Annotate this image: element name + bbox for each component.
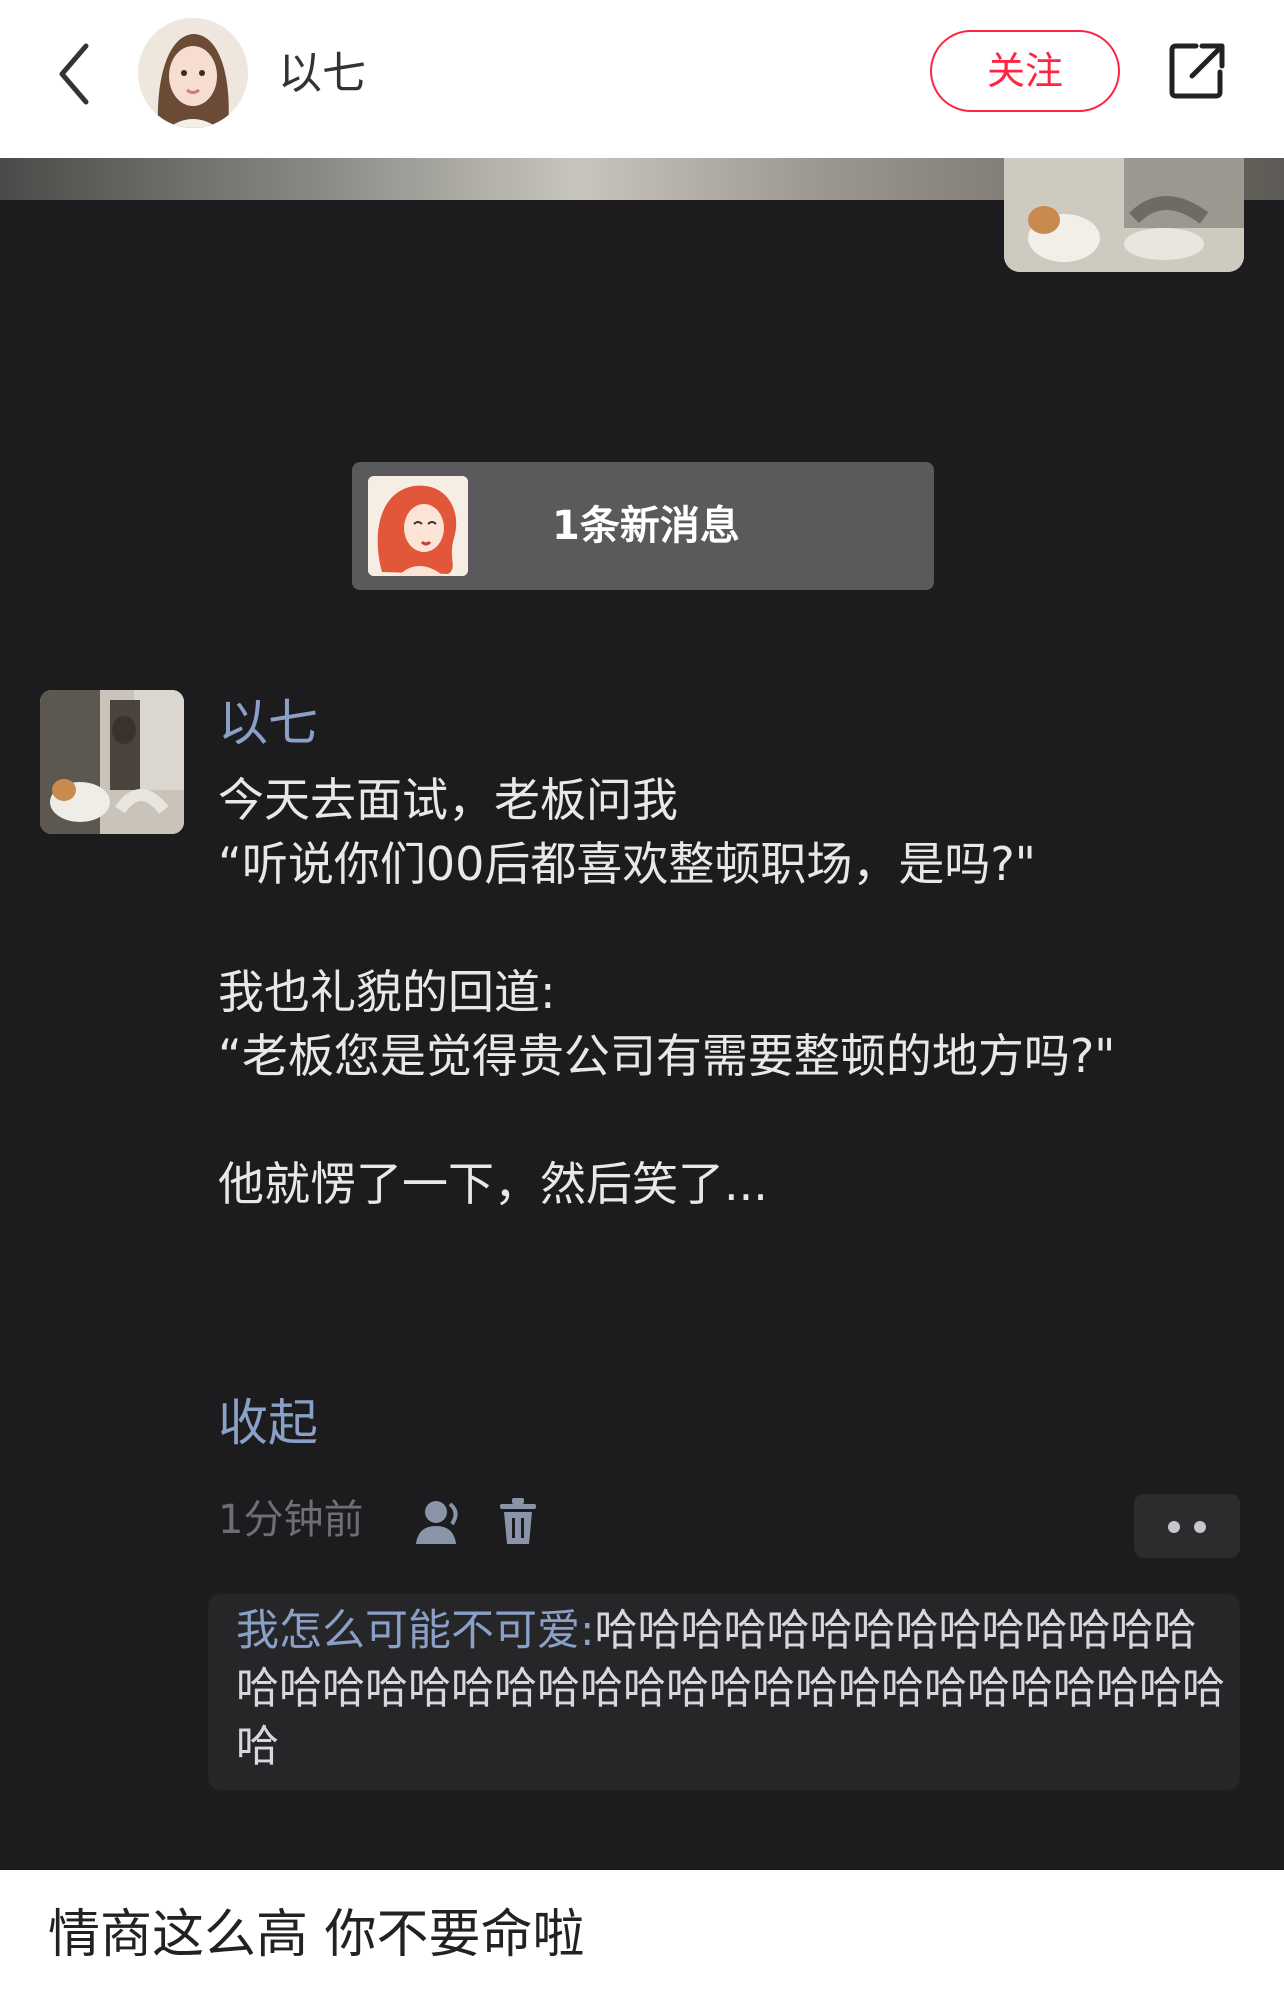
author-avatar[interactable]: [138, 18, 248, 128]
reply-content: 我怎么可能不可爱:哈哈哈哈哈哈哈哈哈哈哈哈哈哈哈哈哈哈哈哈哈哈哈哈哈哈哈哈哈哈哈…: [236, 1602, 1226, 1776]
share-icon[interactable]: [1166, 38, 1228, 102]
top-bar: 以七 关注: [0, 0, 1284, 158]
sender-avatar[interactable]: [40, 690, 184, 834]
post-caption: 情商这么高 你不要命啦: [48, 1905, 585, 1965]
new-message-avatar: [368, 476, 468, 576]
new-message-label: 1条新消息: [552, 503, 740, 549]
collapse-link[interactable]: 收起: [218, 1390, 318, 1456]
reply-author[interactable]: 我怎么可能不可爱:: [236, 1606, 595, 1656]
author-name[interactable]: 以七: [278, 44, 366, 104]
new-message-banner[interactable]: 1条新消息: [352, 462, 934, 590]
previous-image-thumbnail[interactable]: [1004, 158, 1244, 272]
message-text: 今天去面试，老板问我 “听说你们00后都喜欢整顿职场，是吗?" 我也礼貌的回道:…: [218, 773, 1116, 1211]
more-dot: [1194, 1521, 1206, 1533]
reply-comment[interactable]: 我怎么可能不可爱:哈哈哈哈哈哈哈哈哈哈哈哈哈哈哈哈哈哈哈哈哈哈哈哈哈哈哈哈哈哈哈…: [208, 1594, 1240, 1790]
message-time: 1分钟前: [218, 1497, 364, 1543]
sender-name[interactable]: 以七: [218, 690, 318, 756]
back-chevron-icon[interactable]: [52, 38, 100, 110]
follow-button[interactable]: 关注: [930, 30, 1120, 112]
trash-icon[interactable]: [498, 1496, 538, 1546]
more-dot: [1168, 1521, 1180, 1533]
person-icon[interactable]: [412, 1498, 464, 1546]
chat-screenshot: 1条新消息 以七 今天去面试，老板问我 “听说你们00后都喜欢整顿职场，是吗?"…: [0, 158, 1284, 1870]
more-dots-icon[interactable]: [1134, 1494, 1240, 1558]
